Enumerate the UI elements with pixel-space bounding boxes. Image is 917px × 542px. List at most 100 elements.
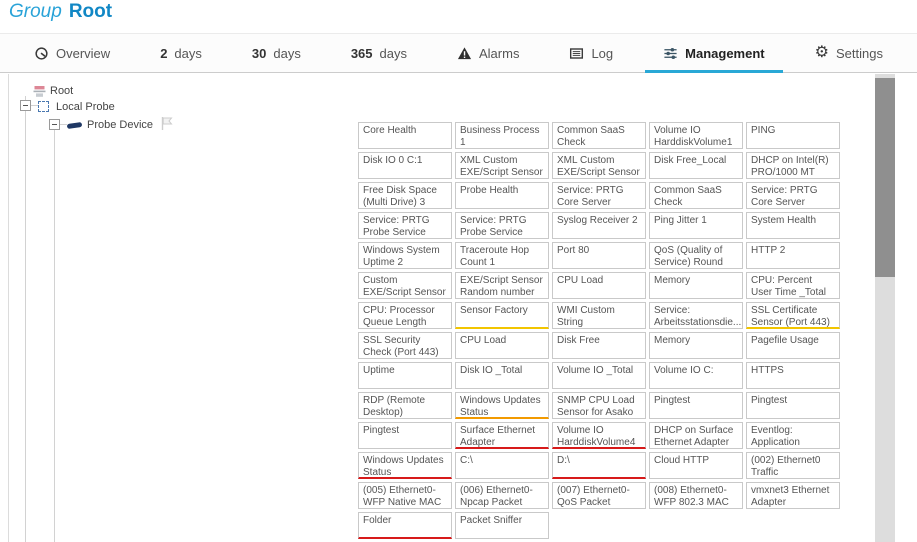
- tab-bar: Overview 2 days 30 days 365 days Alarms …: [0, 33, 917, 73]
- sensor-box[interactable]: PING: [746, 122, 840, 149]
- device-dash-icon: [67, 122, 83, 129]
- sensor-box[interactable]: Windows Updates Status: [455, 392, 549, 419]
- sensor-box[interactable]: Disk Free: [552, 332, 646, 359]
- sensor-box[interactable]: D:\: [552, 452, 646, 479]
- sensor-box[interactable]: (006) Ethernet0-Npcap Packet: [455, 482, 549, 509]
- tab-label: Settings: [836, 46, 883, 61]
- sensor-box[interactable]: HTTPS: [746, 362, 840, 389]
- sensor-box[interactable]: (008) Ethernet0-WFP 802.3 MAC: [649, 482, 743, 509]
- sensor-box[interactable]: Uptime: [358, 362, 452, 389]
- content-panel-border: [8, 74, 9, 542]
- sensor-box[interactable]: vmxnet3 Ethernet Adapter: [746, 482, 840, 509]
- tree-item-probe-device[interactable]: Probe Device: [87, 119, 153, 131]
- tab-2-days[interactable]: 2 days: [152, 34, 210, 72]
- tree-branch-line: [54, 129, 55, 542]
- sensor-box[interactable]: EXE/Script Sensor Random number: [455, 272, 549, 299]
- sensor-box[interactable]: SNMP CPU Load Sensor for Asako: [552, 392, 646, 419]
- sensor-box[interactable]: Windows Updates Status: [358, 452, 452, 479]
- sensor-box[interactable]: (002) Ethernet0 Traffic: [746, 452, 840, 479]
- sensor-box[interactable]: Port 80: [552, 242, 646, 269]
- tab-label: Overview: [56, 46, 110, 61]
- sensor-box[interactable]: Packet Sniffer: [455, 512, 549, 539]
- sensor-box[interactable]: Windows System Uptime 2: [358, 242, 452, 269]
- tab-number: 2: [160, 46, 167, 61]
- sensor-box[interactable]: DHCP on Intel(R) PRO/1000 MT: [746, 152, 840, 179]
- sensor-box[interactable]: Memory: [649, 332, 743, 359]
- sensor-box[interactable]: Service: Arbeitsstationsdie...: [649, 302, 743, 329]
- sensor-box[interactable]: Custom EXE/Script Sensor 1: [358, 272, 452, 299]
- sensor-box[interactable]: Disk Free_Local: [649, 152, 743, 179]
- sensor-box[interactable]: DHCP on Surface Ethernet Adapter: [649, 422, 743, 449]
- sensor-box[interactable]: Service: PRTG Probe Service: [455, 212, 549, 239]
- collapse-minus-icon[interactable]: [20, 100, 31, 111]
- page-title-name: Root: [69, 1, 112, 22]
- sensor-box[interactable]: WMI Custom String: [552, 302, 646, 329]
- sensor-box[interactable]: Memory: [649, 272, 743, 299]
- sensor-box[interactable]: Common SaaS Check: [649, 182, 743, 209]
- gauge-icon: [34, 46, 49, 61]
- sensor-box[interactable]: CPU Load: [455, 332, 549, 359]
- tab-365-days[interactable]: 365 days: [343, 34, 415, 72]
- collapse-minus-icon[interactable]: [49, 119, 60, 130]
- tab-30-days[interactable]: 30 days: [244, 34, 309, 72]
- sensor-box[interactable]: Volume IO _Total: [552, 362, 646, 389]
- log-list-icon: [569, 46, 584, 61]
- sensor-box[interactable]: SSL Security Check (Port 443): [358, 332, 452, 359]
- sensor-box[interactable]: CPU: Processor Queue Length: [358, 302, 452, 329]
- sensor-box[interactable]: QoS (Quality of Service) Round Trip: [649, 242, 743, 269]
- sensor-box[interactable]: SSL Certificate Sensor (Port 443): [746, 302, 840, 329]
- sensor-box[interactable]: System Health: [746, 212, 840, 239]
- sensor-box[interactable]: C:\: [455, 452, 549, 479]
- sensor-box[interactable]: Probe Health: [455, 182, 549, 209]
- sensor-box[interactable]: CPU: Percent User Time _Total: [746, 272, 840, 299]
- tab-number: 365: [351, 46, 373, 61]
- sensor-box[interactable]: Surface Ethernet Adapter: [455, 422, 549, 449]
- sensor-box[interactable]: Pingtest: [649, 392, 743, 419]
- tab-management[interactable]: Management: [655, 34, 772, 72]
- sensor-box[interactable]: CPU Load: [552, 272, 646, 299]
- tree-item-root[interactable]: Root: [50, 85, 73, 97]
- sensor-box[interactable]: (005) Ethernet0-WFP Native MAC: [358, 482, 452, 509]
- sensor-box[interactable]: Disk IO 0 C:1: [358, 152, 452, 179]
- tree-item-local-probe[interactable]: Local Probe: [56, 101, 115, 113]
- prtg-group-root-page: Group Root Overview 2 days 30 days 365 da…: [0, 0, 917, 542]
- sensor-box[interactable]: Cloud HTTP: [649, 452, 743, 479]
- sliders-icon: [663, 46, 678, 61]
- sensor-box[interactable]: Ping Jitter 1: [649, 212, 743, 239]
- sensor-box[interactable]: Disk IO _Total: [455, 362, 549, 389]
- dashed-square-probe-icon: [38, 101, 49, 112]
- sensor-box[interactable]: (007) Ethernet0-QoS Packet: [552, 482, 646, 509]
- sensor-box[interactable]: Volume IO HarddiskVolume1: [649, 122, 743, 149]
- sensor-box[interactable]: Eventlog: Application: [746, 422, 840, 449]
- tab-settings[interactable]: ⚙ Settings: [807, 34, 891, 72]
- sensor-box[interactable]: Service: PRTG Core Server Service: [746, 182, 840, 209]
- sensor-box[interactable]: Core Health: [358, 122, 452, 149]
- sensor-box[interactable]: Volume IO HarddiskVolume4: [552, 422, 646, 449]
- sensor-box[interactable]: XML Custom EXE/Script Sensor: [552, 152, 646, 179]
- sensor-box[interactable]: Syslog Receiver 2: [552, 212, 646, 239]
- sensor-box[interactable]: HTTP 2: [746, 242, 840, 269]
- sensor-box[interactable]: Pagefile Usage: [746, 332, 840, 359]
- page-title-type: Group: [9, 1, 62, 22]
- sensor-box[interactable]: Pingtest: [358, 422, 452, 449]
- sensor-box[interactable]: Traceroute Hop Count 1: [455, 242, 549, 269]
- sensor-box[interactable]: Service: PRTG Probe Service: [358, 212, 452, 239]
- tab-alarms[interactable]: Alarms: [449, 34, 527, 72]
- sensor-box[interactable]: RDP (Remote Desktop): [358, 392, 452, 419]
- sensor-box[interactable]: Business Process 1: [455, 122, 549, 149]
- tab-number: 30: [252, 46, 266, 61]
- flag-icon[interactable]: [160, 116, 174, 136]
- sensor-box[interactable]: Common SaaS Check: [552, 122, 646, 149]
- tab-overview[interactable]: Overview: [26, 34, 118, 72]
- sensor-box[interactable]: Free Disk Space (Multi Drive) 3: [358, 182, 452, 209]
- tab-label: Log: [591, 46, 613, 61]
- sensor-box[interactable]: Folder: [358, 512, 452, 539]
- sensor-box[interactable]: XML Custom EXE/Script Sensor: [455, 152, 549, 179]
- sensor-box[interactable]: Service: PRTG Core Server Service: [552, 182, 646, 209]
- tab-log[interactable]: Log: [561, 34, 621, 72]
- sensor-box[interactable]: Sensor Factory: [455, 302, 549, 329]
- sensor-box[interactable]: Volume IO C:: [649, 362, 743, 389]
- vertical-scrollbar-thumb[interactable]: [875, 78, 895, 277]
- sensor-box[interactable]: Pingtest: [746, 392, 840, 419]
- gear-icon: ⚙: [815, 45, 829, 61]
